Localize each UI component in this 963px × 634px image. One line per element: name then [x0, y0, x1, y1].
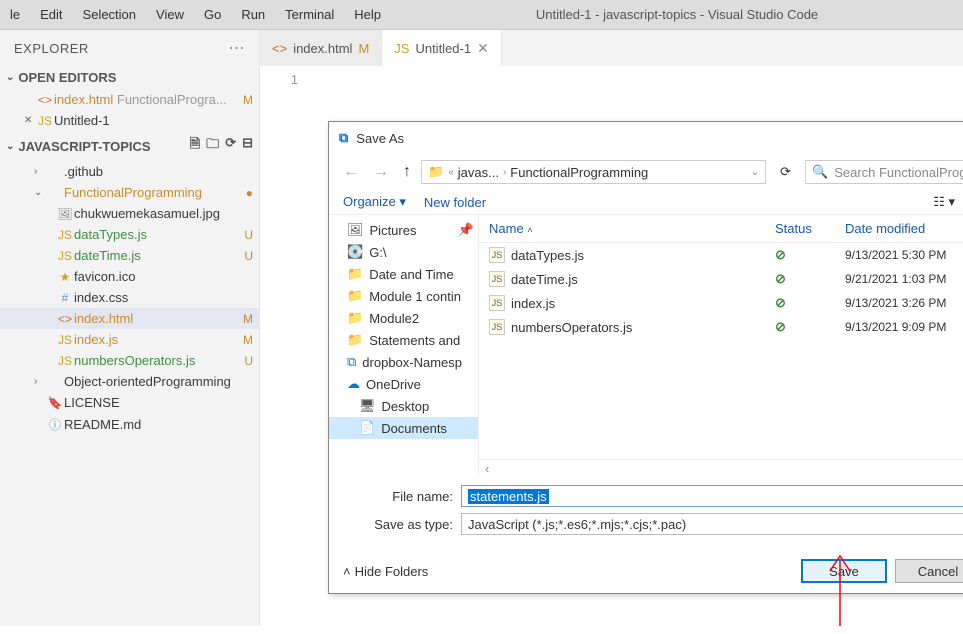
tree-item[interactable]: 🖼chukwuemekasamuel.jpg [0, 203, 259, 224]
tree-item[interactable]: <>index.htmlM [0, 308, 259, 329]
file-row[interactable]: JSnumbersOperators.js⊘9/13/2021 9:09 PM [479, 315, 963, 339]
new-folder-icon[interactable]: 🗀 [206, 135, 219, 157]
menu-help[interactable]: Help [344, 7, 391, 22]
menu-terminal[interactable]: Terminal [275, 7, 344, 22]
dialog-title: Save As [356, 131, 963, 146]
open-editors-label: OPEN EDITORS [18, 70, 116, 85]
cancel-button[interactable]: Cancel [895, 559, 963, 583]
filename-label: File name: [343, 489, 453, 504]
code-area[interactable]: ⧉ Save As ✕ ← → ↑ 📁 « javas... › F [310, 66, 963, 626]
tree-item[interactable]: ⓘREADME.md [0, 413, 259, 436]
menu-go[interactable]: Go [194, 7, 231, 22]
explorer-sidebar: EXPLORER ⋯ ⌄ OPEN EDITORS <>index.html F… [0, 30, 260, 626]
savetype-select[interactable]: JavaScript (*.js;*.es6;*.mjs;*.cjs;*.pac… [461, 513, 963, 535]
open-editor-item[interactable]: <>index.html FunctionalProgra...M [0, 89, 259, 110]
chevron-down-icon[interactable]: ⌄ [751, 167, 759, 178]
savetype-label: Save as type: [343, 517, 453, 532]
vscode-icon: ⧉ [339, 130, 348, 146]
folder-tree-item[interactable]: 🖥Desktop [329, 395, 478, 417]
project-header[interactable]: ⌄ JAVASCRIPT-TOPICS 🗎 🗀 ⟳ ⊟ [0, 131, 259, 161]
filename-input[interactable]: statements.js ⌄ [461, 485, 963, 507]
search-icon: 🔍 [812, 164, 828, 180]
breadcrumb[interactable]: 📁 « javas... › FunctionalProgramming ⌄ [421, 160, 766, 184]
path-seg[interactable]: FunctionalProgramming [510, 165, 648, 180]
tree-item[interactable]: ★favicon.ico [0, 266, 259, 287]
folder-tree-item[interactable]: 🖼Pictures📌 [329, 219, 478, 241]
line-gutter: 1 [260, 66, 310, 626]
folder-tree-item[interactable]: 📁Module2 [329, 307, 478, 329]
refresh-icon[interactable]: ⟳ [225, 135, 236, 157]
folder-tree-item[interactable]: 📁Module 1 contin [329, 285, 478, 307]
tree-item[interactable]: JSdataTypes.jsU [0, 224, 259, 245]
col-name[interactable]: Name ˄ [489, 221, 775, 236]
js-icon: JS [394, 41, 409, 56]
tab-label: Untitled-1 [415, 41, 471, 56]
close-icon[interactable]: ✕ [477, 40, 489, 57]
file-row[interactable]: JSdateTime.js⊘9/21/2021 1:03 PM [479, 267, 963, 291]
folder-tree-item[interactable]: 📁Statements and [329, 329, 478, 351]
menu-file[interactable]: le [0, 7, 30, 22]
hide-folders-button[interactable]: ˄ Hide Folders [343, 564, 428, 579]
folder-tree-item[interactable]: ⧉dropbox-Namesp [329, 351, 478, 373]
search-placeholder: Search FunctionalProgramm... [834, 165, 963, 180]
new-folder-button[interactable]: New folder [424, 195, 486, 210]
organize-button[interactable]: Organize ▾ [343, 194, 406, 210]
collapse-icon[interactable]: ⊟ [242, 135, 253, 157]
menu-run[interactable]: Run [231, 7, 275, 22]
tab-label: index.html [293, 41, 352, 56]
folder-tree-item[interactable]: 📄Documents [329, 417, 478, 439]
tree-item[interactable]: JSindex.jsM [0, 329, 259, 350]
refresh-icon[interactable]: ⟳ [772, 164, 799, 180]
tree-item[interactable]: ›Object-orientedProgramming [0, 371, 259, 392]
new-file-icon[interactable]: 🗎 [190, 135, 200, 157]
col-status[interactable]: Status [775, 221, 845, 236]
project-label: JAVASCRIPT-TOPICS [18, 139, 150, 154]
chevron-up-icon: ˄ [343, 564, 351, 579]
editor-tabs: <> index.html M JS Untitled-1 ✕ [260, 30, 963, 66]
folder-icon: 📁 [428, 164, 444, 180]
tab-index-html[interactable]: <> index.html M [260, 30, 382, 66]
editor-area: <> index.html M JS Untitled-1 ✕ 1 ⧉ Save… [260, 30, 963, 626]
folder-tree[interactable]: 🖼Pictures📌💽G:\📁Date and Time📁Module 1 co… [329, 215, 479, 477]
explorer-more-icon[interactable]: ⋯ [229, 38, 246, 58]
up-icon[interactable]: ↑ [399, 163, 415, 181]
tree-item[interactable]: #index.css [0, 287, 259, 308]
tree-item[interactable]: ⌄FunctionalProgramming● [0, 182, 259, 203]
tab-untitled[interactable]: JS Untitled-1 ✕ [382, 30, 502, 66]
explorer-title: EXPLORER [14, 41, 89, 56]
save-as-dialog: ⧉ Save As ✕ ← → ↑ 📁 « javas... › F [328, 121, 963, 594]
html-icon: <> [272, 41, 287, 56]
modified-badge: M [358, 41, 369, 56]
forward-icon[interactable]: → [369, 163, 393, 181]
file-row[interactable]: JSdataTypes.js⊘9/13/2021 5:30 PM [479, 243, 963, 267]
tree-item[interactable]: JSdateTime.jsU [0, 245, 259, 266]
window-title: Untitled-1 - javascript-topics - Visual … [391, 7, 963, 22]
save-button[interactable]: Save [801, 559, 887, 583]
tree-item[interactable]: ›.github [0, 161, 259, 182]
menubar: le Edit Selection View Go Run Terminal H… [0, 0, 963, 30]
col-date[interactable]: Date modified [845, 221, 963, 236]
menu-view[interactable]: View [146, 7, 194, 22]
tree-item[interactable]: 🔖LICENSE [0, 392, 259, 413]
scrollbar[interactable]: ‹› [479, 459, 963, 477]
path-seg[interactable]: javas... [458, 165, 499, 180]
menu-edit[interactable]: Edit [30, 7, 72, 22]
search-input[interactable]: 🔍 Search FunctionalProgramm... [805, 160, 963, 184]
folder-tree-item[interactable]: ☁OneDrive [329, 373, 478, 395]
tree-item[interactable]: JSnumbersOperators.jsU [0, 350, 259, 371]
view-options-icon[interactable]: ☷ ▾ [933, 194, 955, 210]
menu-selection[interactable]: Selection [73, 7, 146, 22]
open-editor-item[interactable]: ✕JSUntitled-1 [0, 110, 259, 131]
open-editors-header[interactable]: ⌄ OPEN EDITORS [0, 66, 259, 89]
folder-tree-item[interactable]: 📁Date and Time [329, 263, 478, 285]
file-row[interactable]: JSindex.js⊘9/13/2021 3:26 PM [479, 291, 963, 315]
folder-tree-item[interactable]: 💽G:\ [329, 241, 478, 263]
back-icon[interactable]: ← [339, 163, 363, 181]
